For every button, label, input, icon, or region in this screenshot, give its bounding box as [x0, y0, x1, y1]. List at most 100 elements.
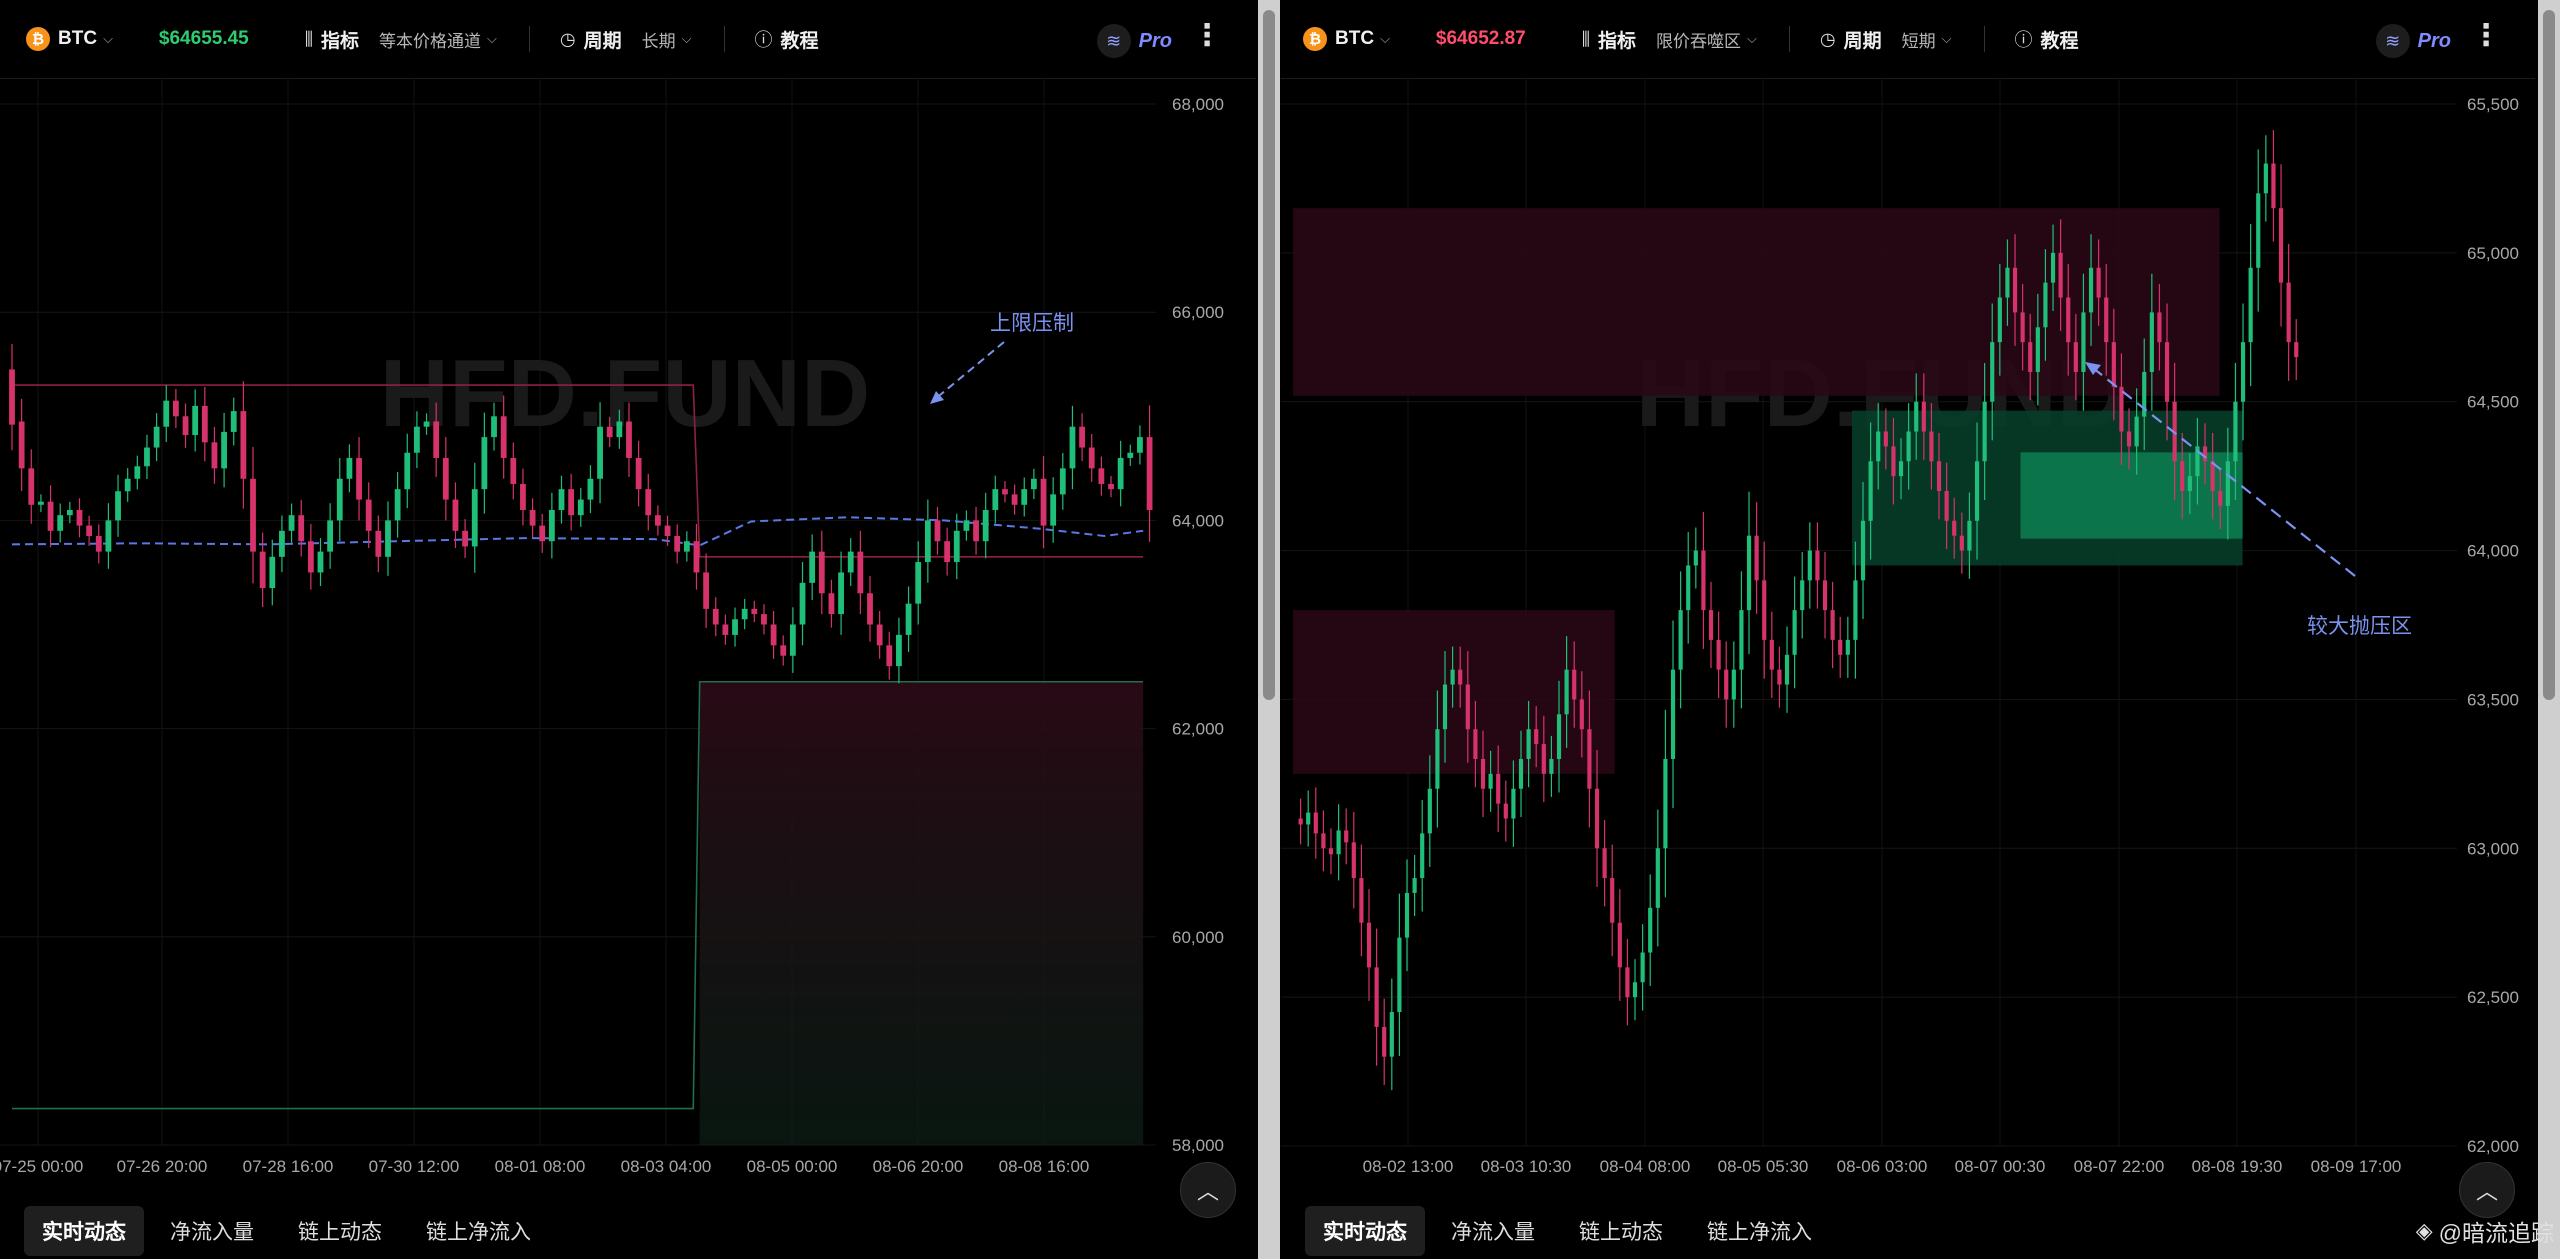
candle-body: [471, 489, 478, 547]
pro-button[interactable]: ≋ Pro: [2375, 24, 2451, 58]
candle-body: [1488, 773, 1493, 789]
period-label: 周期: [1843, 30, 1882, 52]
scrollbar-thumb[interactable]: [1263, 10, 1275, 700]
candle-body: [2187, 476, 2192, 492]
candle-body: [548, 509, 555, 542]
more-vertical-icon[interactable]: ⋮: [1192, 18, 1222, 53]
candle-body: [1534, 729, 1539, 745]
candle-body: [1374, 967, 1379, 1027]
candle-body: [1815, 550, 1820, 581]
candle-body: [1997, 297, 2002, 343]
candle-body: [2180, 461, 2185, 492]
right-scrollbar[interactable]: [2538, 0, 2560, 1259]
candle-body: [1655, 848, 1660, 908]
candle-body: [1883, 431, 1888, 447]
candle-body: [597, 426, 603, 479]
candle-body: [809, 551, 816, 583]
scrollbar-thumb[interactable]: [2543, 10, 2555, 700]
bar-chart-icon: ⫼: [1581, 28, 1591, 49]
candle-body: [1800, 580, 1805, 611]
tutorial-label: 教程: [780, 30, 819, 52]
candle-body: [741, 608, 748, 620]
candle-body: [1906, 431, 1911, 462]
candle-body: [963, 520, 970, 531]
candle-body: [1473, 729, 1478, 759]
y-axis-tick-label: 63,500: [2467, 690, 2519, 709]
chevron-down-icon: ⌵: [103, 31, 113, 46]
candle-body: [2012, 267, 2018, 313]
left-chart-panel: ₿ BTC ⌵ $64655.45 ⫼ 指标 等本价格通道 ⌵ ◷ 周期 长期 …: [0, 0, 1256, 1259]
tab-onchain[interactable]: 链上动态: [1561, 1206, 1681, 1256]
candle-body: [645, 489, 652, 516]
candle-body: [47, 501, 54, 531]
candle-body: [2088, 267, 2094, 313]
candle-body: [693, 541, 700, 573]
symbol-selector[interactable]: ₿ BTC ⌵: [1303, 27, 1390, 51]
candle-body: [722, 624, 729, 635]
y-axis-tick-label: 68,000: [1172, 95, 1224, 114]
candle-body: [375, 530, 382, 557]
symbol-selector[interactable]: ₿ BTC ⌵: [26, 27, 113, 51]
candle-body: [1982, 401, 1987, 462]
candle-body: [250, 478, 256, 552]
candle-body: [539, 525, 546, 542]
candle-body: [2111, 342, 2116, 387]
candle-body: [1868, 461, 1873, 521]
x-axis-tick-label: 08-09 17:00: [2311, 1157, 2402, 1176]
candle-body: [1011, 494, 1018, 505]
indicator-selector[interactable]: ⫼ 指标 等本价格通道 ⌵: [305, 26, 497, 53]
period-selector[interactable]: ◷ 周期 短期 ⌵: [1820, 26, 1952, 53]
candle-body: [298, 515, 305, 542]
pro-button[interactable]: ≋ Pro: [1096, 24, 1172, 58]
tutorial-button[interactable]: ⓘ 教程: [755, 26, 819, 53]
tab-onchain-net-inflow[interactable]: 链上净流入: [1689, 1206, 1830, 1256]
tab-realtime[interactable]: 实时动态: [1305, 1205, 1425, 1256]
candle-body: [1853, 580, 1858, 640]
tab-net-inflow[interactable]: 净流入量: [152, 1206, 272, 1256]
candle-body: [1541, 744, 1546, 774]
scroll-top-button[interactable]: ︿: [1180, 1162, 1236, 1218]
more-vertical-icon[interactable]: ⋮: [2471, 18, 2501, 53]
candle-body: [86, 525, 93, 537]
candle-body: [703, 572, 710, 609]
y-axis-tick-label: 58,000: [1172, 1136, 1224, 1155]
chevron-down-icon: ⌵: [487, 31, 497, 46]
candle-body: [2294, 342, 2299, 358]
candle-body: [1974, 461, 1980, 521]
tab-onchain[interactable]: 链上动态: [280, 1206, 400, 1256]
candle-body: [1556, 714, 1562, 759]
left-candlestick-chart[interactable]: HFD.FUND 上限压制 68,000 66,000 64,000 62,000 60,0…: [0, 78, 1256, 1200]
candle-body: [1952, 520, 1957, 536]
indicator-selector[interactable]: ⫼ 指标 限价吞噬区 ⌵: [1582, 26, 1757, 53]
candle-body: [481, 437, 488, 490]
candle-body: [944, 541, 951, 563]
candle-body: [953, 530, 960, 563]
x-axis-tick-label: 08-02 13:00: [1363, 1157, 1454, 1176]
right-candlestick-chart[interactable]: HFD.FUND较大抛压区65,50065,00064,50064,00063,…: [1281, 78, 2535, 1200]
candle-body: [240, 411, 247, 479]
annotation-label: 上限压制: [990, 312, 1074, 335]
candle-body: [655, 515, 661, 526]
candle-body: [500, 416, 507, 458]
candle-body: [163, 400, 170, 427]
indicator-value: 等本价格通道: [379, 31, 482, 51]
candle-body: [1450, 669, 1455, 685]
current-price: $64652.87: [1435, 28, 1526, 49]
scroll-top-button[interactable]: ︿: [2459, 1162, 2515, 1218]
tab-onchain-net-inflow[interactable]: 链上净流入: [408, 1206, 549, 1256]
tab-net-inflow[interactable]: 净流入量: [1433, 1206, 1553, 1256]
candle-body: [1739, 610, 1744, 670]
period-selector[interactable]: ◷ 周期 长期 ⌵: [560, 26, 692, 53]
candle-body: [115, 491, 121, 521]
tab-realtime[interactable]: 实时动态: [24, 1205, 144, 1256]
candle-body: [95, 536, 102, 552]
tutorial-button[interactable]: ⓘ 教程: [2015, 26, 2079, 53]
candle-body: [1050, 494, 1057, 526]
y-axis-tick-label: 64,000: [1172, 511, 1224, 530]
candle-body: [558, 489, 565, 510]
candle-body: [2043, 282, 2048, 328]
left-scrollbar[interactable]: [1258, 0, 1280, 1259]
candle-body: [1564, 669, 1569, 715]
candle-body: [915, 562, 922, 604]
candle-body: [1079, 426, 1085, 448]
